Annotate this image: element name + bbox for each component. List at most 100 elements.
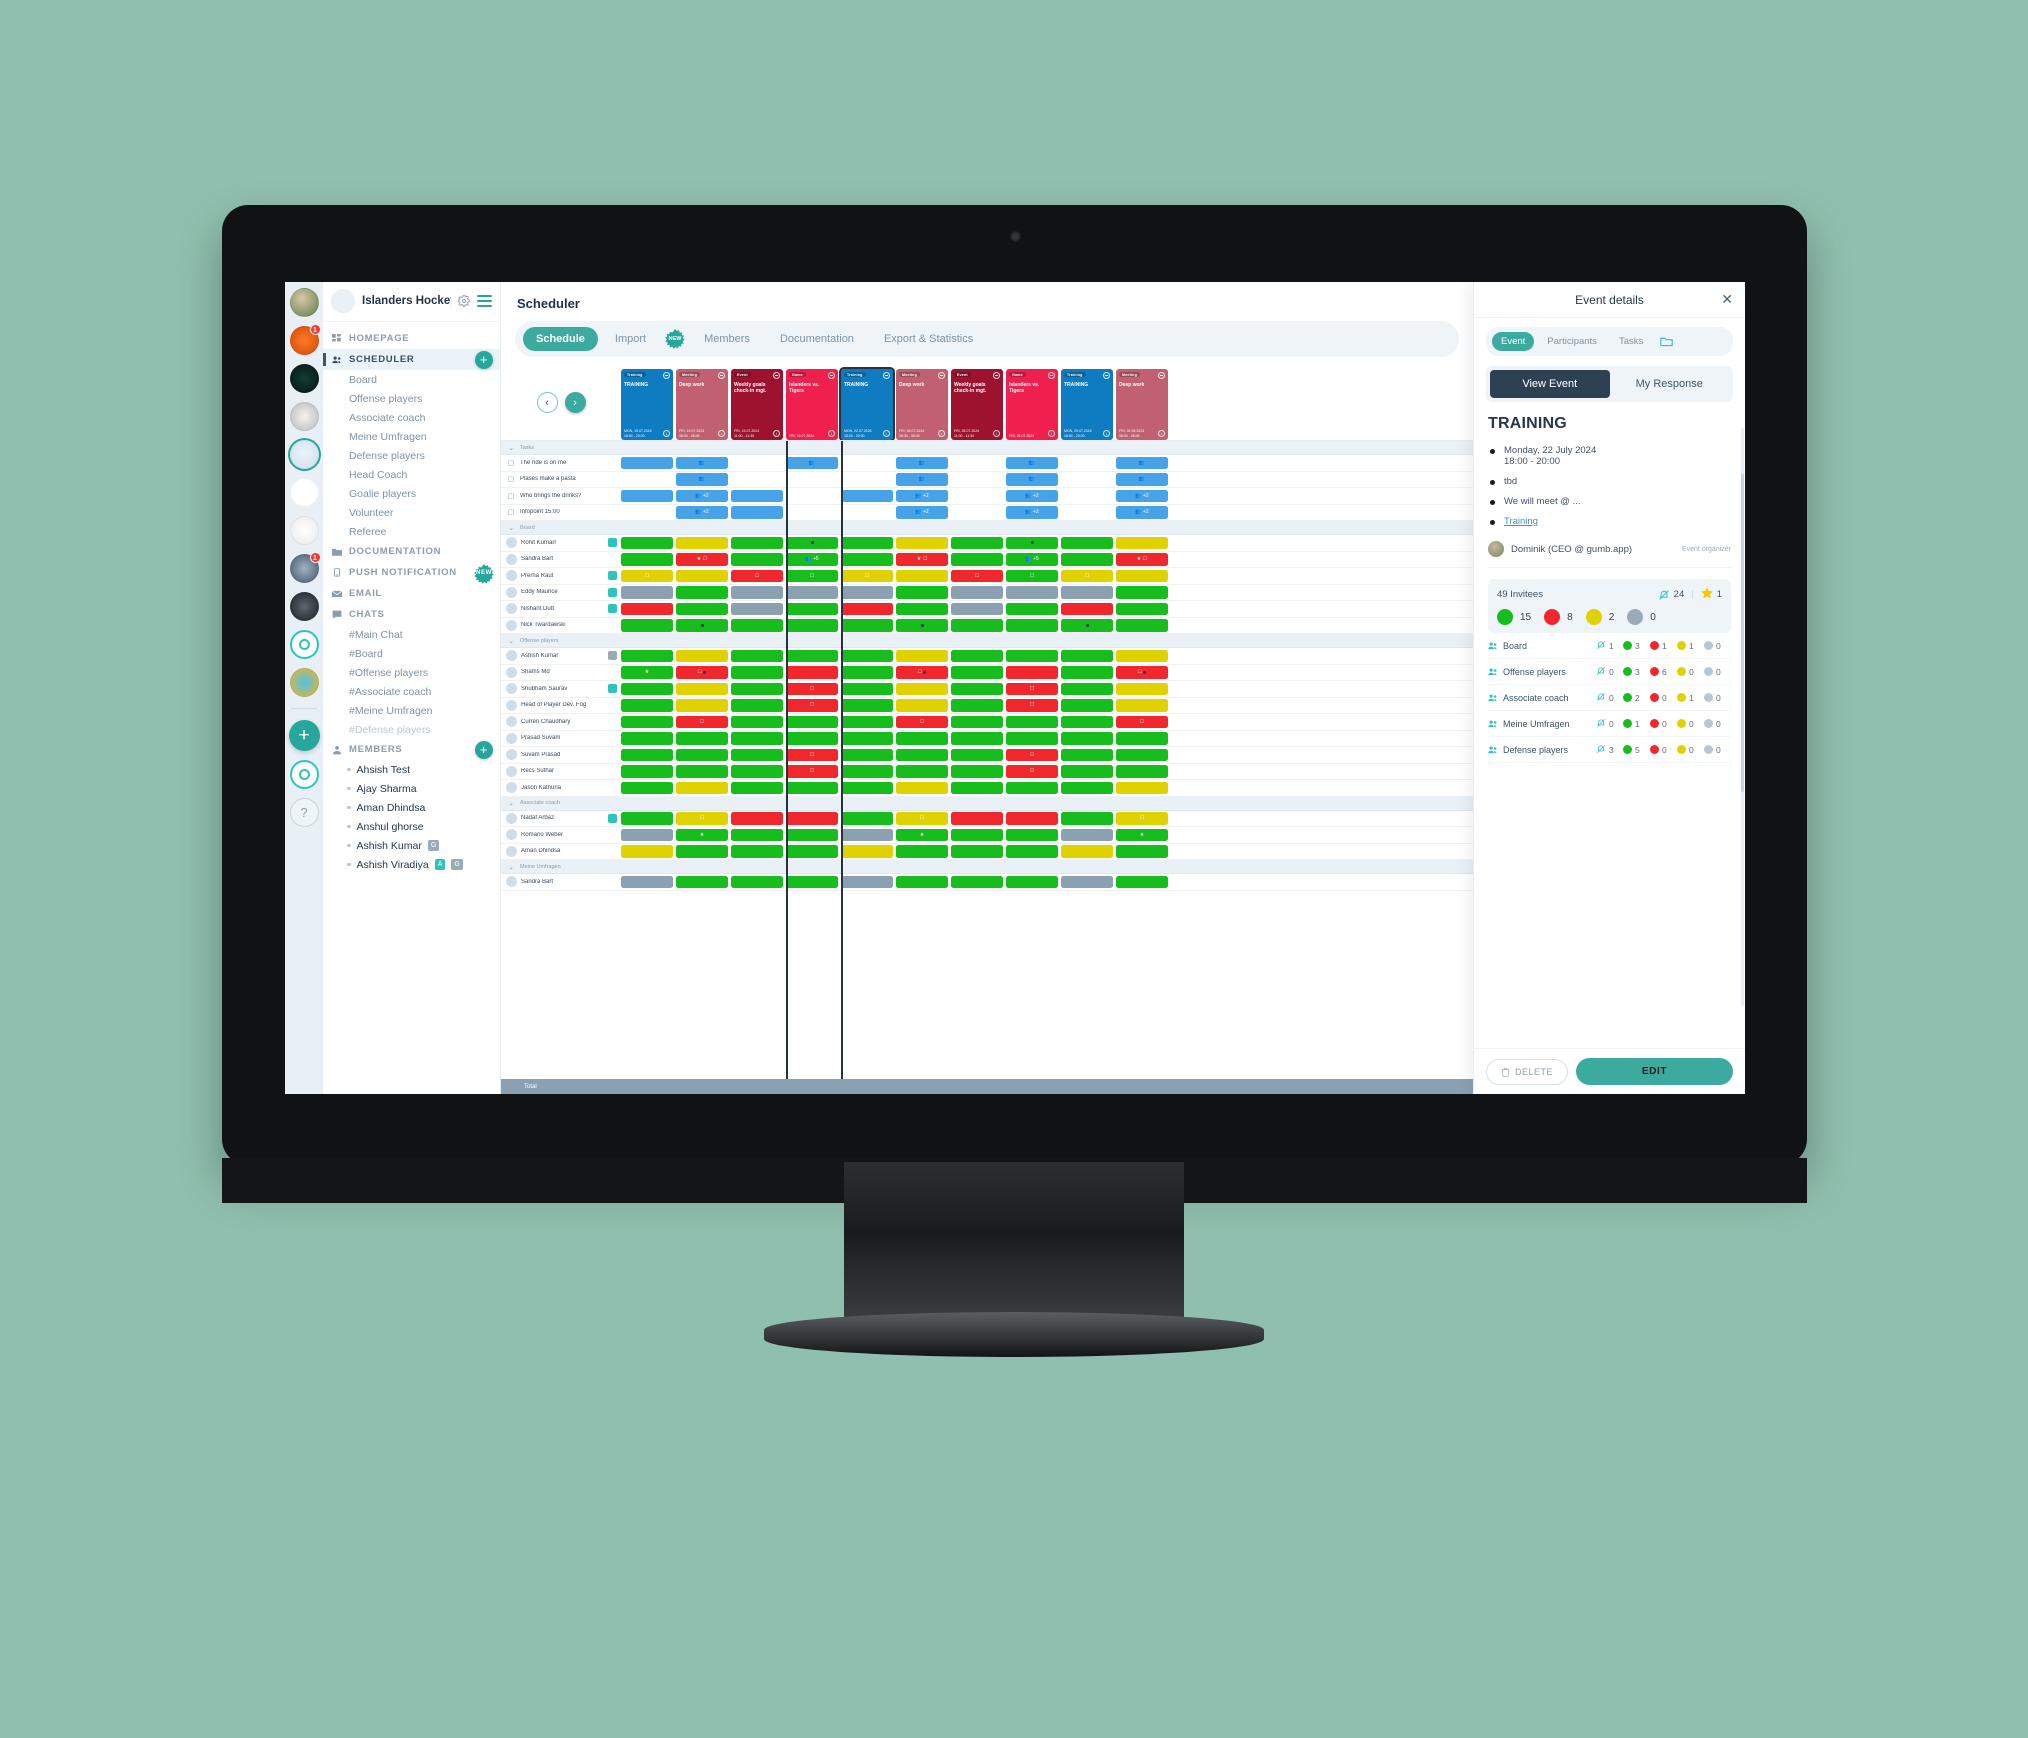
availability-cell[interactable] — [841, 586, 893, 599]
table-row[interactable]: Nick Twardawski — [501, 618, 1473, 634]
availability-cell[interactable] — [621, 602, 673, 615]
availability-cell[interactable] — [1006, 602, 1058, 615]
availability-cell[interactable] — [951, 506, 1003, 519]
availability-cell[interactable] — [786, 586, 838, 599]
table-row[interactable]: Nishant Dutt — [501, 601, 1473, 618]
group-header-row[interactable]: ⌄ Associate coach — [501, 796, 1473, 811]
availability-cell[interactable] — [621, 506, 673, 519]
availability-cell[interactable] — [1006, 812, 1058, 825]
availability-cell[interactable] — [1116, 619, 1168, 632]
availability-cell[interactable] — [621, 619, 673, 632]
help-button[interactable]: ? — [289, 798, 319, 827]
availability-cell[interactable] — [676, 602, 728, 615]
availability-cell[interactable] — [621, 828, 673, 841]
availability-cell[interactable] — [951, 828, 1003, 841]
availability-cell[interactable] — [896, 781, 948, 794]
availability-cell[interactable] — [621, 732, 673, 745]
sidebar-item-members[interactable]: MEMBERS + — [323, 739, 500, 760]
chevron-down-icon[interactable]: ⌄ — [506, 863, 516, 871]
event-card[interactable]: Meeting Deep work FRI, 26.07.2024 08:30 - 0… — [896, 369, 948, 440]
availability-cell[interactable] — [951, 875, 1003, 888]
availability-cell[interactable] — [1116, 765, 1168, 778]
gear-icon[interactable] — [458, 295, 470, 307]
availability-cell[interactable] — [896, 875, 948, 888]
tab-participants[interactable]: Participants — [1538, 332, 1606, 351]
availability-cell[interactable] — [621, 649, 673, 662]
table-row[interactable]: Romano Weber ★ ★ ★ — [501, 827, 1473, 844]
availability-cell[interactable]: 👥 +2 — [1116, 506, 1168, 519]
availability-cell[interactable]: ☐ — [786, 699, 838, 712]
availability-cell[interactable] — [951, 536, 1003, 549]
availability-cell[interactable] — [786, 506, 838, 519]
availability-cell[interactable] — [1061, 506, 1113, 519]
availability-cell[interactable] — [896, 845, 948, 858]
availability-cell[interactable] — [841, 875, 893, 888]
availability-cell[interactable] — [841, 666, 893, 679]
availability-cell[interactable] — [1061, 732, 1113, 745]
collapse-icon[interactable] — [938, 372, 945, 379]
availability-cell[interactable]: 👥 +2 — [1116, 489, 1168, 502]
availability-cell[interactable] — [621, 845, 673, 858]
availability-cell[interactable] — [1061, 828, 1113, 841]
rail-avatar-team-glp[interactable] — [289, 478, 319, 507]
availability-cell[interactable] — [621, 699, 673, 712]
availability-cell[interactable] — [841, 489, 893, 502]
availability-cell[interactable]: ☐ — [896, 666, 948, 679]
collapse-icon[interactable] — [828, 372, 835, 379]
availability-cell[interactable]: 👥 — [676, 456, 728, 469]
availability-cell[interactable] — [841, 649, 893, 662]
rail-avatar-team-7[interactable] — [289, 668, 319, 697]
availability-cell[interactable]: 👥 — [1116, 456, 1168, 469]
availability-cell[interactable]: ☐ — [1006, 748, 1058, 761]
availability-cell[interactable] — [1116, 569, 1168, 582]
rail-avatar-team-dihl[interactable] — [289, 516, 319, 545]
availability-cell[interactable] — [786, 666, 838, 679]
availability-cell[interactable] — [841, 473, 893, 486]
availability-cell[interactable] — [621, 586, 673, 599]
availability-cell[interactable] — [676, 732, 728, 745]
availability-cell[interactable]: 👥 — [676, 473, 728, 486]
availability-cell[interactable]: 👥 +2 — [1006, 489, 1058, 502]
availability-cell[interactable] — [951, 619, 1003, 632]
availability-cell[interactable]: 👥 — [896, 456, 948, 469]
sidebar-item-homepage[interactable]: HOMEPAGE — [323, 328, 500, 349]
availability-cell[interactable] — [1116, 732, 1168, 745]
event-category-link[interactable]: Training — [1504, 516, 1538, 527]
availability-cell[interactable] — [896, 748, 948, 761]
availability-cell[interactable] — [951, 765, 1003, 778]
availability-cell[interactable] — [1116, 649, 1168, 662]
availability-cell[interactable] — [731, 732, 783, 745]
availability-cell[interactable] — [896, 569, 948, 582]
availability-cell[interactable] — [1061, 781, 1113, 794]
table-row[interactable]: ▢ Plases make a pasta 👥 👥 👥 👥 — [501, 472, 1473, 488]
availability-cell[interactable] — [1006, 781, 1058, 794]
availability-cell[interactable] — [786, 845, 838, 858]
tab-import[interactable]: Import — [602, 327, 659, 351]
edit-button[interactable]: EDIT — [1576, 1058, 1733, 1085]
availability-cell[interactable] — [676, 619, 728, 632]
availability-cell[interactable] — [621, 765, 673, 778]
availability-cell[interactable] — [1061, 699, 1113, 712]
availability-cell[interactable] — [1116, 781, 1168, 794]
availability-cell[interactable] — [1061, 715, 1113, 728]
collapse-icon[interactable] — [883, 372, 890, 379]
chevron-down-icon[interactable]: ⌄ — [506, 524, 516, 532]
rail-avatar-team-5[interactable] — [289, 592, 319, 621]
availability-cell[interactable] — [1006, 586, 1058, 599]
availability-cell[interactable]: 👥 — [786, 456, 838, 469]
availability-cell[interactable] — [731, 666, 783, 679]
info-icon[interactable]: i — [993, 430, 1000, 437]
table-row[interactable]: Nadaf Arbaz ☐ ☐ ☐ — [501, 811, 1473, 827]
availability-cell[interactable]: ☐ — [676, 812, 728, 825]
availability-cell[interactable] — [841, 699, 893, 712]
sidebar-item-documentation[interactable]: DOCUMENTATION — [323, 541, 500, 562]
event-card[interactable]: Meeting Deep work FRI, 02.08.2024 08:30 - 0… — [1116, 369, 1168, 440]
group-stat-row[interactable]: Meine Umfragen 0 1 0 0 0 — [1488, 711, 1731, 737]
availability-cell[interactable] — [1061, 748, 1113, 761]
availability-cell[interactable] — [786, 536, 838, 549]
tab-event[interactable]: Event — [1492, 332, 1535, 351]
availability-cell[interactable] — [951, 845, 1003, 858]
availability-cell[interactable]: ☐ — [786, 765, 838, 778]
availability-cell[interactable]: 👥 +2 — [676, 489, 728, 502]
add-workspace-button[interactable]: + — [288, 720, 320, 751]
